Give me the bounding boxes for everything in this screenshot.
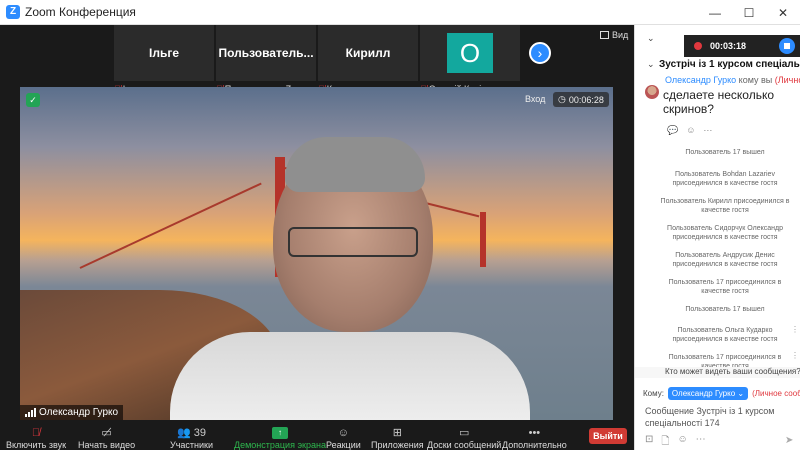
- video-off-icon: ▭̸: [101, 427, 112, 439]
- shield-icon[interactable]: ✓: [26, 93, 40, 107]
- enter-label[interactable]: Вход: [525, 94, 545, 104]
- title-bar: Z Zoom Конференция — ☐ ✕: [0, 0, 800, 25]
- close-button[interactable]: ✕: [766, 0, 800, 25]
- view-button[interactable]: Вид: [600, 30, 628, 40]
- person-hair: [285, 137, 425, 192]
- speaker-name-tag: Олександр Гурко: [20, 405, 124, 420]
- more-icon[interactable]: ⋯: [696, 434, 706, 450]
- participants-icon: 👥 39: [176, 427, 206, 439]
- avatar: O: [447, 33, 493, 73]
- system-message: Пользователь Ольга Кударко присоединился…: [672, 327, 778, 343]
- zoom-logo-icon: Z: [6, 5, 20, 19]
- more-icon[interactable]: ⋮: [791, 351, 799, 360]
- video-area: Ільге 🎙̸Ільге Пользователь... 🎙̸Пользова…: [0, 25, 634, 425]
- whiteboards-button[interactable]: ▭ Доски сообщений: [427, 425, 501, 450]
- system-message: Пользователь 17 вышел: [685, 149, 765, 156]
- minimize-button[interactable]: —: [698, 0, 732, 25]
- who-can-see-link[interactable]: Кто может видеть ваши сообщения?: [635, 367, 800, 378]
- main-video[interactable]: ✓ Вход ◷ 00:06:28 Олександр Гурко: [20, 87, 613, 420]
- meeting-toolbar: 🎙̸ Включить звук ▭̸ Начать видео 👥 39 Уч…: [0, 425, 634, 450]
- more-icon: •••: [528, 427, 541, 439]
- system-message: Пользователь Сидорчук Олександр присоеди…: [667, 225, 783, 241]
- stop-icon: [784, 43, 790, 49]
- system-message: Пользователь Bohdan Lazariev присоединил…: [672, 171, 778, 187]
- emoji-icon[interactable]: ☺: [686, 125, 695, 136]
- apps-icon: ⊞: [392, 427, 402, 439]
- grid-icon: [600, 31, 609, 39]
- participant-name: Пользователь...: [218, 46, 314, 60]
- more-button[interactable]: ••• Дополнительно: [502, 425, 567, 450]
- window-controls: — ☐ ✕: [698, 0, 800, 25]
- mic-off-icon: 🎙̸: [31, 427, 41, 439]
- person-shirt: [170, 332, 530, 420]
- participant-tile[interactable]: Пользователь... 🎙̸Пользователь Zoom: [216, 25, 316, 94]
- window-title: Zoom Конференция: [25, 5, 136, 19]
- recipient-select[interactable]: Олександр Гурко ⌄: [667, 387, 749, 400]
- chevron-down-icon[interactable]: ⌄: [647, 33, 655, 44]
- bridge-tower: [480, 212, 486, 267]
- file-icon[interactable]: 🗋: [661, 434, 669, 450]
- clock-icon: ◷: [558, 94, 566, 104]
- participants-count: 39: [193, 427, 206, 439]
- next-page-button[interactable]: ›: [529, 42, 551, 64]
- recipient-row: Кому: Олександр Гурко ⌄ (Личное сообщени…: [643, 387, 800, 400]
- bridge-cable: [79, 182, 262, 269]
- participant-name: Кирилл: [345, 46, 391, 60]
- recording-time: 00:03:18: [710, 41, 747, 51]
- system-message: Пользователь Андрусик Денис присоединилс…: [672, 252, 778, 268]
- participant-name: Ільге: [148, 46, 179, 60]
- share-screen-button[interactable]: ↑ Демонстрация экрана: [234, 425, 326, 450]
- unmute-button[interactable]: 🎙̸ Включить звук: [6, 425, 66, 450]
- share-screen-icon: ↑: [271, 427, 288, 439]
- participant-strip: Ільге 🎙̸Ільге Пользователь... 🎙̸Пользова…: [114, 25, 634, 94]
- chat-message: сделаете несколько скринов?: [663, 88, 775, 116]
- system-message: Пользователь Кирилл присоединился в каче…: [660, 198, 790, 214]
- system-message: Пользователь 17 присоединился в качестве…: [668, 279, 782, 295]
- chat-input[interactable]: Сообщение Зустріч із 1 курсом спеціально…: [645, 405, 797, 429]
- apps-button[interactable]: ⊞ Приложения: [371, 425, 424, 450]
- screenshot-icon[interactable]: ⊡: [645, 434, 653, 450]
- signal-icon: [25, 408, 36, 417]
- recording-bar: 00:03:18: [684, 35, 800, 57]
- reply-icon[interactable]: 💬: [667, 125, 678, 136]
- message-sender: Олександр Гурко кому вы (Личное сообщени…: [665, 75, 800, 85]
- chat-title: Зустріч із 1 курсом спеціальності: [659, 59, 800, 70]
- record-dot-icon: [694, 42, 702, 50]
- message-actions: 💬 ☺ ⋯: [667, 125, 712, 136]
- participant-tile[interactable]: O 🎙̸Олексій Колісник: [420, 25, 520, 94]
- chat-panel: ⌄ 00:03:18 ⌄ Зустріч із 1 курсом спеціал…: [634, 25, 800, 450]
- maximize-button[interactable]: ☐: [732, 0, 766, 25]
- start-video-button[interactable]: ▭̸ Начать видео: [78, 425, 135, 450]
- reactions-button[interactable]: ☺ Реакции: [326, 425, 361, 450]
- participants-button[interactable]: 👥 39 Участники: [170, 425, 213, 450]
- whiteboard-icon: ▭: [458, 427, 470, 439]
- more-icon[interactable]: ⋯: [703, 125, 712, 136]
- meeting-timer: ◷ 00:06:28: [553, 92, 609, 107]
- emoji-icon[interactable]: ☺: [677, 434, 687, 450]
- chat-tools: ⊡ 🗋 ☺ ⋯: [645, 434, 706, 450]
- avatar: [645, 85, 659, 99]
- stop-recording-button[interactable]: [779, 38, 795, 54]
- more-icon[interactable]: ⋮: [791, 325, 799, 334]
- chevron-down-icon[interactable]: ⌄: [647, 59, 655, 70]
- participant-tile[interactable]: Ільге 🎙̸Ільге: [114, 25, 214, 94]
- leave-button[interactable]: Выйти: [589, 428, 627, 444]
- send-icon[interactable]: ➤: [785, 435, 793, 446]
- participant-tile[interactable]: Кирилл 🎙̸Кирилл: [318, 25, 418, 94]
- smiley-icon: ☺: [337, 427, 349, 439]
- person-glasses: [288, 227, 418, 257]
- system-message: Пользователь 17 вышел: [685, 306, 765, 313]
